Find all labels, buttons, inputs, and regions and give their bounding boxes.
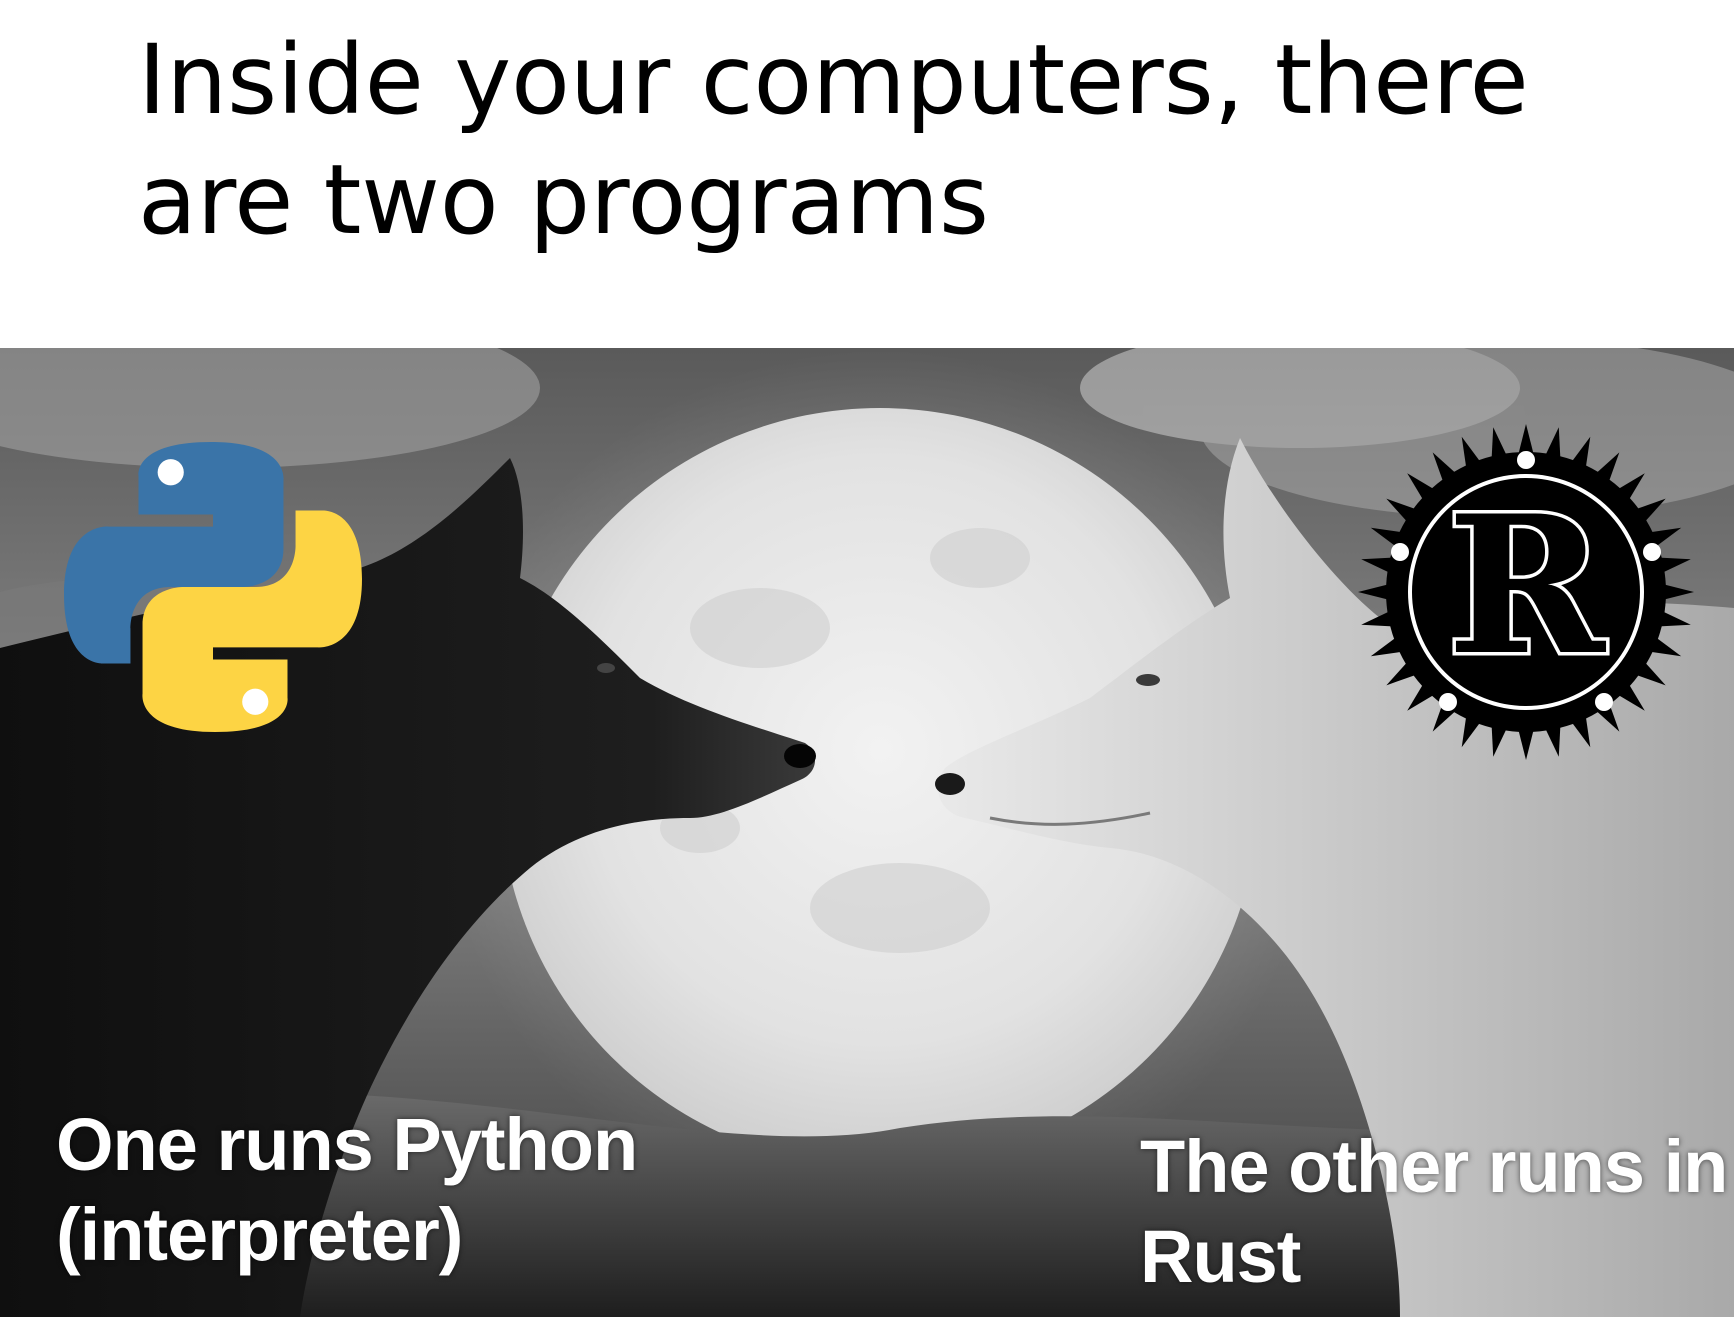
- python-yellow-eye: [242, 688, 269, 715]
- white-wolf-eye: [1136, 674, 1160, 686]
- black-wolf-nose: [784, 744, 816, 768]
- black-wolf-eye: [597, 663, 615, 673]
- rust-gear-tooth: [1358, 583, 1391, 601]
- rust-gear-tooth: [1517, 727, 1535, 760]
- caption-area: Inside your computers, there are two pro…: [0, 0, 1734, 348]
- rust-label: The other runs in Rust: [1140, 1125, 1728, 1298]
- python-blue-eye: [157, 459, 184, 486]
- rust-gear-tooth: [1661, 583, 1694, 601]
- rust-logo-icon: R: [1354, 420, 1698, 764]
- white-wolf-nose: [935, 773, 965, 795]
- rust-r-letter: R: [1447, 474, 1607, 697]
- python-label: One runs Python (interpreter): [56, 1103, 638, 1276]
- meme-caption: Inside your computers, there are two pro…: [138, 24, 1529, 256]
- python-logo-icon: [62, 436, 364, 738]
